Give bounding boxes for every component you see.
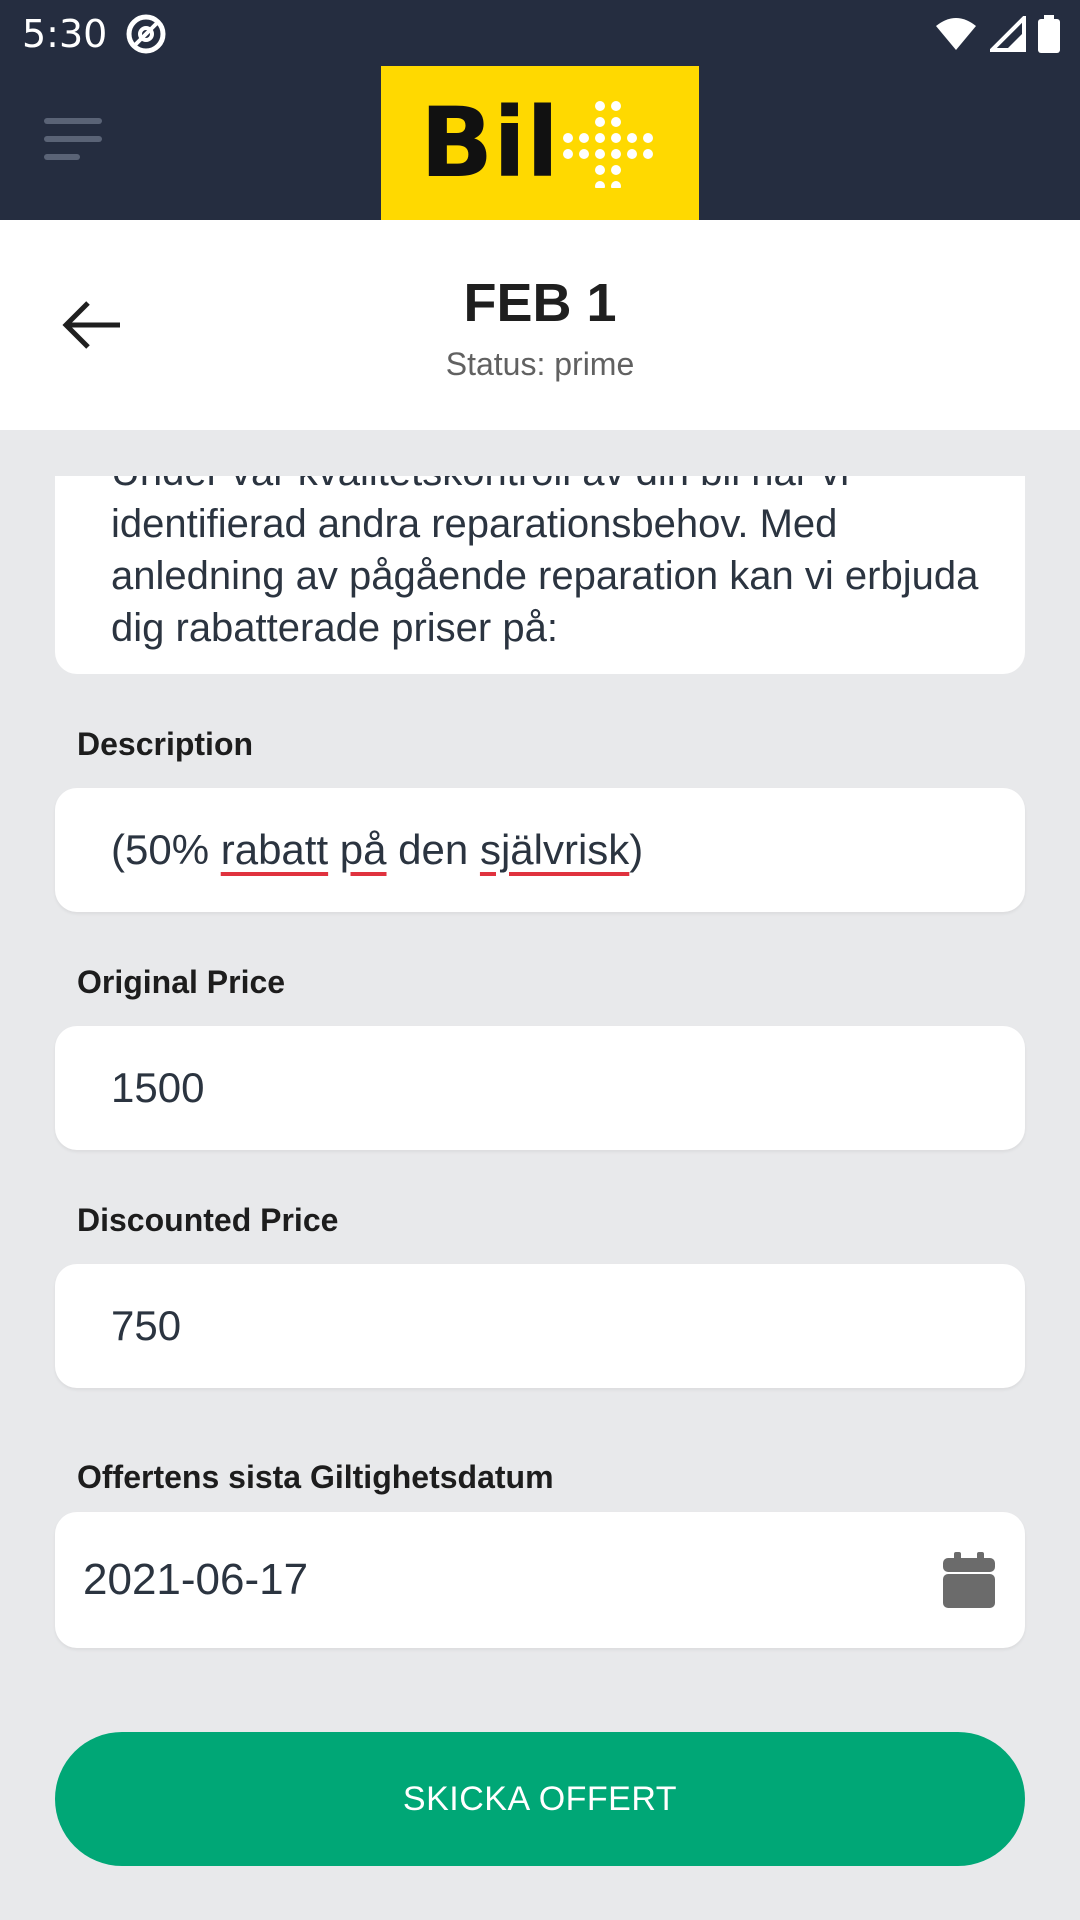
app-bar: 5:30 Bil: [0, 0, 1080, 220]
intro-text: Under vår kvalitetskontroll av din bil h…: [111, 476, 979, 650]
valid-date-field[interactable]: 2021-06-17: [55, 1512, 1025, 1648]
bil-logo-graphic: Bil: [420, 98, 653, 188]
calendar-icon[interactable]: [943, 1552, 995, 1608]
menu-icon[interactable]: [44, 118, 106, 168]
discounted-price-label: Discounted Price: [77, 1202, 339, 1238]
intro-card: Under vår kvalitetskontroll av din bil h…: [55, 476, 1025, 674]
discounted-price-field[interactable]: 750: [55, 1264, 1025, 1388]
page-title: FEB 1: [463, 273, 617, 333]
battery-icon: [1038, 15, 1060, 53]
valid-date-value: 2021-06-17: [83, 1555, 309, 1604]
discounted-price-value: 750: [111, 1302, 182, 1349]
original-price-value: 1500: [111, 1064, 205, 1111]
at-sign-icon: [126, 14, 166, 54]
send-offer-button[interactable]: SKICKA OFFERT: [55, 1732, 1025, 1866]
wifi-icon: [936, 18, 976, 50]
description-field[interactable]: (50% rabatt på den självrisk): [55, 788, 1025, 912]
description-value: (50% rabatt på den självrisk): [111, 826, 644, 873]
status-time: 5:30: [22, 12, 108, 56]
signal-icon: [990, 16, 1026, 52]
original-price-field[interactable]: 1500: [55, 1026, 1025, 1150]
status-icons: [934, 12, 1060, 56]
app-logo: Bil: [381, 66, 699, 220]
svg-text:Bil: Bil: [420, 98, 559, 188]
valid-date-label: Offertens sista Giltighetsdatum: [77, 1459, 554, 1495]
description-label: Description: [77, 726, 254, 762]
status-subtitle: Status: prime: [445, 346, 635, 382]
original-price-label: Original Price: [77, 964, 286, 1000]
